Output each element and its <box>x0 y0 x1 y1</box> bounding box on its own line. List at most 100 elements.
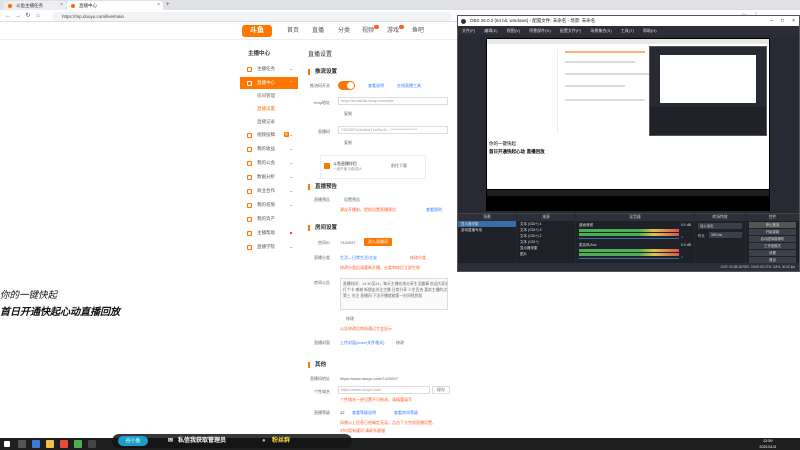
rtmp-input[interactable]: rtmp://sendtc3a.douyu.com/live <box>338 97 448 105</box>
nav-yuba[interactable]: 鱼吧 <box>412 22 424 40</box>
sidebar-item-assets[interactable]: 我的资产 <box>240 213 298 225</box>
nav-home[interactable]: 首页 <box>287 22 299 40</box>
level-help-link[interactable]: 查看等级说明 <box>352 410 376 416</box>
save-domain-button[interactable]: 保存 <box>432 386 450 394</box>
mixer-channel-name: 桌面音频 <box>579 223 593 227</box>
menu-tools[interactable]: 工具(T) <box>621 28 634 33</box>
custom-domain-input[interactable]: https://www.douyu.com/ <box>338 386 430 394</box>
download-button[interactable]: 前往下载 <box>391 163 407 169</box>
section-room-settings: 房间设置 <box>308 225 337 231</box>
home-icon[interactable]: ⌂ <box>34 11 42 21</box>
douyu-favicon-icon <box>71 3 75 8</box>
sidebar-item-video[interactable]: 视频投稿 新 ⌄ <box>240 129 298 141</box>
sidebar-item-help[interactable]: 主播帮助 <box>240 227 298 239</box>
url-input[interactable]: https://mp.douyu.com/live/main <box>52 11 452 21</box>
system-clock[interactable]: 12:59 2021/11/3 <box>759 438 776 450</box>
preview-nested-docks <box>650 107 766 135</box>
menu-view[interactable]: 视图(V) <box>507 28 520 33</box>
speaker-icon[interactable]: ♪ <box>681 234 683 239</box>
edit-notice-button[interactable]: 修改 <box>346 316 354 322</box>
menu-scene-collection[interactable]: 场景集合(S) <box>590 28 611 33</box>
search-icon[interactable] <box>18 440 26 448</box>
refresh-icon[interactable]: ↻ <box>24 11 32 21</box>
app-icon[interactable] <box>60 440 68 448</box>
browser-tab-active[interactable]: 直播中心 × <box>67 1 163 10</box>
source-item[interactable]: 图片 <box>517 251 575 257</box>
copy-rtmp-button[interactable]: 复制 <box>344 111 352 117</box>
stream-key-input[interactable]: 7420097rUxcAvdY7wSz=&…****************** <box>338 126 448 134</box>
upload-cover-link[interactable]: 上传封面(cover文件格式) <box>340 340 384 346</box>
push-toggle-label: 推流码开关 <box>310 83 330 88</box>
studio-mode-button[interactable]: 工作室模式 <box>749 243 796 249</box>
room-notice-textarea[interactable]: 直播时间：14:30至24，每天主播在线分享生活趣事 欢迎大家来直播间 打个卡 … <box>340 278 448 310</box>
nav-game[interactable]: 游戏 <box>387 22 399 40</box>
minimize-icon[interactable]: – <box>770 16 773 26</box>
obs-logo-icon <box>461 18 466 24</box>
duration-input[interactable]: 300 ms <box>709 232 742 238</box>
close-icon[interactable]: × <box>792 16 795 26</box>
app-icon[interactable] <box>74 440 82 448</box>
sidebar-item-label: 商业合作 <box>257 188 275 193</box>
sidebar-item-tasks[interactable]: 主播任务 ⌄ <box>240 63 298 75</box>
nav-video[interactable]: 视频 <box>362 22 374 40</box>
sidebar-item-analytics[interactable]: 数据分析 ⌄ <box>240 171 298 183</box>
sidebar-item-academy[interactable]: 直播学院 ⌄ <box>240 241 298 253</box>
edit-category-link[interactable]: 修改分类 <box>410 255 426 261</box>
volume-meter <box>579 233 679 236</box>
volume-slider[interactable] <box>579 238 679 239</box>
edit-cover-button[interactable]: 修改 <box>396 340 404 346</box>
edge-icon[interactable] <box>32 440 40 448</box>
close-icon[interactable]: × <box>157 1 160 10</box>
folder-icon[interactable] <box>46 440 54 448</box>
menu-profile[interactable]: 配置文件(P) <box>560 28 581 33</box>
douyu-app-icon <box>324 163 330 169</box>
menu-file[interactable]: 文件(F) <box>462 28 475 33</box>
room-level-link[interactable]: 查看房间等级 <box>394 410 418 416</box>
sidebar-item-room-manage[interactable]: 房间管理 <box>240 90 298 102</box>
browser-tab[interactable]: 斗鱼主播任务 × <box>4 1 66 10</box>
chevron-down-icon: ⌄ <box>289 160 293 165</box>
nav-live[interactable]: 直播 <box>312 22 324 40</box>
volume-slider[interactable] <box>579 258 679 259</box>
obs-taskbar-icon[interactable] <box>88 440 96 448</box>
sidebar-item-income[interactable]: 我的收益 ⌄ <box>240 143 298 155</box>
menu-edit[interactable]: 编辑(E) <box>484 28 497 33</box>
nav-category[interactable]: 分类 <box>338 22 350 40</box>
enter-room-button[interactable]: 进入直播间 <box>364 238 392 246</box>
sidebar-item-live-center[interactable]: 直播中心 ⌃ <box>240 77 298 89</box>
preview-line <box>565 99 645 101</box>
chevron-down-icon: ⌄ <box>289 202 293 207</box>
push-help-link[interactable]: 查看说明 <box>368 83 384 89</box>
push-toggle[interactable] <box>338 81 355 90</box>
live-tool-link[interactable]: 在线直播工具 <box>397 83 421 89</box>
sidebar-item-guild[interactable]: 我的公会 ⌄ <box>240 157 298 169</box>
close-icon[interactable]: × <box>60 1 63 10</box>
settings-button[interactable]: 设置 <box>749 250 796 256</box>
start-recording-button[interactable]: 开始录制 <box>749 229 796 235</box>
speaker-icon[interactable]: ♪ <box>681 254 683 259</box>
sidebar-item-live-settings[interactable]: 直播设置 <box>240 103 298 115</box>
back-icon[interactable]: ← <box>4 11 12 21</box>
sidebar-item-live-records[interactable]: 直播记录 <box>240 116 298 128</box>
new-tab-icon[interactable]: + <box>166 0 170 10</box>
notice-rules-link[interactable]: 查看规则 <box>426 207 442 213</box>
transition-select[interactable]: 淡入淡出 <box>698 223 742 229</box>
set-notice-button[interactable]: 设置预告 <box>344 197 360 203</box>
virtual-camera-button[interactable]: 启动虚拟摄像机 <box>749 236 796 242</box>
copy-key-button[interactable]: 复制 <box>344 140 352 146</box>
scene-item[interactable]: 游戏直播专用 <box>458 227 516 233</box>
obs-preview[interactable]: 你的一键快起 首日开通快起心动 直播回放 <box>486 38 770 211</box>
room-category-value[interactable]: 生活—日常生活/交友 <box>340 255 377 261</box>
stop-streaming-button[interactable]: 停止推流 <box>749 222 796 228</box>
maximize-icon[interactable]: □ <box>781 16 784 26</box>
douyu-logo[interactable]: 斗鱼 <box>242 25 272 37</box>
sidebar-item-permissions[interactable]: 我的权限 ⌄ <box>240 199 298 211</box>
forward-icon[interactable]: → <box>14 11 22 21</box>
menu-docks[interactable]: 停靠部件(D) <box>529 28 551 33</box>
cover-label: 直播封面 <box>314 340 330 345</box>
menu-help[interactable]: 帮助(H) <box>643 28 657 33</box>
room-link-value: https://www.douyu.com/7420097 <box>340 376 398 381</box>
sidebar-item-business[interactable]: 商业合作 ⌄ <box>240 185 298 197</box>
volume-meter <box>579 229 679 232</box>
windows-start-icon[interactable] <box>4 441 10 447</box>
